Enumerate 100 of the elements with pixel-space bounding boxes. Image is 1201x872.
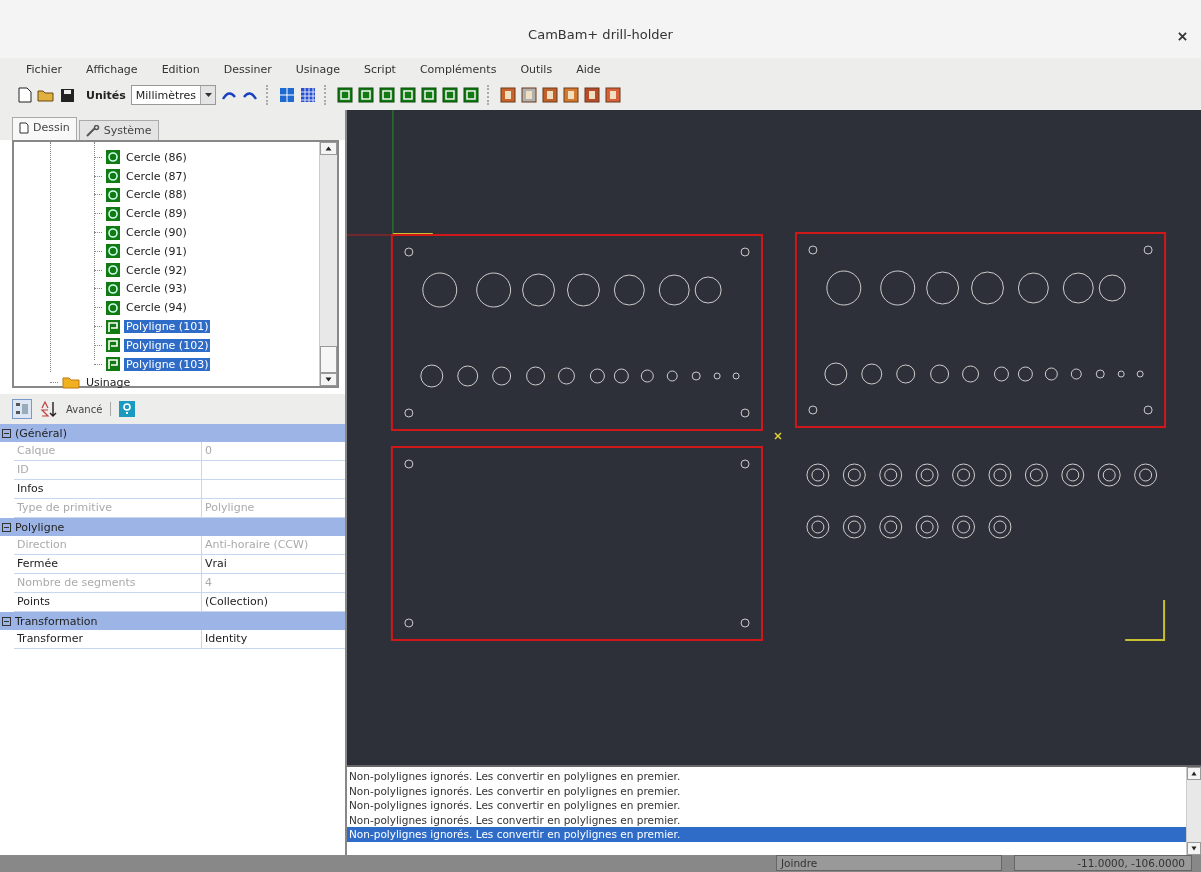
polyline-icon: [106, 319, 120, 334]
corner-marker: [1124, 599, 1166, 641]
tree-item[interactable]: Polyligne (103): [124, 357, 211, 371]
scroll-down-icon[interactable]: [1187, 842, 1201, 855]
origin-marker: [391, 233, 434, 235]
tree-item[interactable]: Cercle (86): [124, 150, 189, 164]
redo-icon[interactable]: [242, 89, 259, 101]
advanced-label[interactable]: Avancé: [66, 403, 103, 415]
undo-icon[interactable]: [221, 89, 238, 101]
cross-marker: [774, 432, 782, 440]
cursor-coordinates: -11.0000, -106.0000: [1014, 855, 1192, 871]
log-line[interactable]: Non-polylignes ignorés. Les convertir en polylignes en premier.: [347, 769, 1186, 784]
tree-item[interactable]: Cercle (91): [124, 244, 189, 258]
scroll-up-icon[interactable]: [320, 142, 337, 155]
tab[interactable]: Dessin: [12, 117, 77, 140]
machining-tool-icon[interactable]: [563, 87, 580, 103]
circle-icon: [106, 281, 120, 296]
help-icon[interactable]: [119, 401, 136, 417]
grid-icon[interactable]: [279, 87, 296, 103]
folder-icon: [62, 376, 80, 390]
polyline-icon: [106, 357, 120, 372]
caret-icon: [204, 93, 212, 97]
log-line[interactable]: Non-polylignes ignorés. Les convertir en polylignes en premier.: [347, 812, 1186, 827]
menu-item[interactable]: Dessiner: [211, 62, 284, 76]
menu-item[interactable]: Aide: [564, 62, 613, 76]
scrollbar[interactable]: [1186, 767, 1201, 855]
shape-tool-icon[interactable]: [463, 87, 480, 103]
save-icon[interactable]: [60, 87, 75, 103]
tree-item[interactable]: Cercle (90): [124, 226, 189, 240]
window-title: CamBam+ drill-holder: [528, 26, 673, 42]
log-line[interactable]: Non-polylignes ignorés. Les convertir en polylignes en premier.: [347, 798, 1186, 813]
property-name: Nombre de segments: [14, 574, 202, 592]
property-name: Calque: [14, 442, 202, 460]
machining-tool-icon[interactable]: [521, 87, 538, 103]
tree-item[interactable]: Cercle (94): [124, 301, 189, 315]
group-header: Polyligne: [15, 520, 65, 534]
menu-item[interactable]: Usinage: [283, 62, 353, 76]
property-name: Points: [14, 593, 202, 611]
circle-icon: [106, 188, 120, 202]
circle-icon: [106, 206, 120, 221]
categorized-view-icon[interactable]: [12, 399, 32, 419]
log-line[interactable]: Non-polylignes ignorés. Les convertir en polylignes en premier.: [347, 783, 1186, 798]
scrollbar[interactable]: [319, 142, 337, 386]
property-value[interactable]: Identity: [202, 630, 248, 648]
menu-item[interactable]: Compléments: [407, 62, 509, 76]
property-name: Type de primitive: [14, 499, 202, 517]
group-header: (Général): [15, 426, 67, 440]
units-dropdown[interactable]: Millimètres: [130, 85, 217, 105]
tree-item[interactable]: Cercle (93): [124, 282, 189, 296]
collapse-icon[interactable]: [2, 616, 11, 626]
collapse-icon[interactable]: [2, 428, 11, 438]
polyline-icon: [106, 338, 120, 353]
new-file-icon[interactable]: [18, 87, 32, 103]
shape-tool-icon[interactable]: [379, 87, 396, 103]
sort-alphabetical-icon[interactable]: [40, 400, 58, 418]
tree-item[interactable]: Cercle (92): [124, 263, 189, 277]
shape-tool-icon[interactable]: [337, 87, 354, 103]
x-axis-line: [347, 234, 393, 236]
property-name: Transformer: [14, 630, 202, 648]
menu-item[interactable]: Affichage: [73, 62, 150, 76]
shape-tool-icon[interactable]: [442, 87, 459, 103]
group-header: Transformation: [15, 614, 98, 628]
tree-item[interactable]: Usinage: [84, 376, 133, 390]
scroll-up-icon[interactable]: [1187, 767, 1201, 780]
menu-item[interactable]: Edition: [149, 62, 212, 76]
tree-item[interactable]: Cercle (87): [124, 169, 189, 183]
shape-tool-icon[interactable]: [421, 87, 438, 103]
shape-tool-icon[interactable]: [400, 87, 417, 103]
status-message: Joindre: [776, 855, 1002, 871]
circle-icon: [106, 150, 120, 165]
machining-tool-icon[interactable]: [584, 87, 601, 103]
units-label: Unités: [86, 88, 126, 102]
close-icon[interactable]: [1178, 32, 1187, 41]
machining-tool-icon[interactable]: [542, 87, 559, 103]
circle-icon: [106, 263, 120, 278]
collapse-icon[interactable]: [2, 522, 11, 532]
property-name: Infos: [14, 480, 202, 498]
property-value[interactable]: (Collection): [202, 593, 268, 611]
tree-item[interactable]: Polyligne (101): [124, 320, 211, 334]
menu-item[interactable]: Outils: [508, 62, 565, 76]
menu-item[interactable]: Script: [352, 62, 408, 76]
tab[interactable]: Système: [78, 120, 159, 140]
folder-icon[interactable]: [37, 88, 55, 102]
grid-icon[interactable]: [300, 87, 317, 103]
property-name: Direction: [14, 536, 202, 554]
scroll-thumb[interactable]: [320, 346, 337, 373]
machining-tool-icon[interactable]: [605, 87, 622, 103]
circle-icon: [106, 300, 120, 315]
page-icon: [19, 121, 29, 134]
property-name: Fermée: [14, 555, 202, 573]
tree-item[interactable]: Cercle (89): [124, 207, 189, 221]
menu-item[interactable]: Fichier: [14, 62, 74, 76]
wrench-icon: [85, 124, 100, 137]
tree-item[interactable]: Polyligne (102): [124, 338, 211, 352]
circle-icon: [106, 169, 120, 184]
machining-tool-icon[interactable]: [500, 87, 517, 103]
tree-item[interactable]: Cercle (88): [124, 188, 189, 202]
shape-tool-icon[interactable]: [358, 87, 375, 103]
property-value[interactable]: Vrai: [202, 555, 227, 573]
scroll-down-icon[interactable]: [320, 373, 337, 386]
